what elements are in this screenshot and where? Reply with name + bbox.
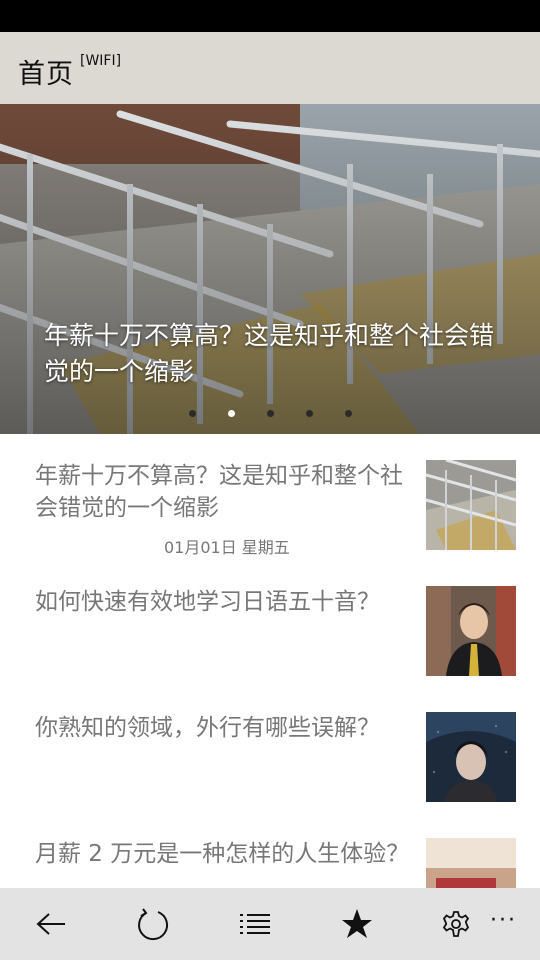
article-title[interactable]: 月薪 2 万元是一种怎样的人生体验？ [35, 838, 421, 870]
app-bar: ··· [0, 888, 540, 960]
list-icon[interactable] [233, 902, 277, 946]
page-header: 首页 [WIFI] [0, 32, 540, 104]
carousel-dot[interactable] [345, 410, 352, 417]
article-date: 01月01日 星期五 [164, 538, 290, 557]
hero-caption[interactable]: 年薪十万不算高？这是知乎和整个社会错觉的一个缩影 [44, 318, 494, 390]
money-thumbnail[interactable] [426, 838, 516, 888]
person-with-umbrella-thumbnail[interactable] [426, 712, 516, 802]
settings-gear-icon[interactable] [434, 902, 478, 946]
article-title[interactable]: 如何快速有效地学习日语五十音？ [35, 586, 421, 618]
back-arrow-icon[interactable] [29, 902, 73, 946]
article-item[interactable]: 如何快速有效地学习日语五十音？ [0, 560, 540, 686]
carousel-dot[interactable] [189, 410, 196, 417]
stairs-thumbnail[interactable] [426, 460, 516, 550]
page-title: 首页 [18, 59, 74, 90]
network-indicator: [WIFI] [80, 53, 122, 69]
man-in-suit-thumbnail[interactable] [426, 586, 516, 676]
article-title[interactable]: 你熟知的领域，外行有哪些误解？ [35, 712, 421, 744]
hero-carousel[interactable]: 年薪十万不算高？这是知乎和整个社会错觉的一个缩影 [0, 104, 540, 434]
article-item[interactable]: 你熟知的领域，外行有哪些误解？ [0, 686, 540, 812]
more-options-button[interactable]: ··· [490, 908, 517, 933]
star-icon[interactable] [335, 902, 379, 946]
carousel-dot[interactable] [267, 410, 274, 417]
carousel-dot-active[interactable] [228, 410, 235, 417]
article-title[interactable]: 年薪十万不算高？这是知乎和整个社会错觉的一个缩影 [35, 460, 421, 524]
refresh-icon[interactable] [131, 902, 175, 946]
status-bar [0, 0, 540, 32]
carousel-indicators [0, 404, 540, 424]
article-list[interactable]: 年薪十万不算高？这是知乎和整个社会错觉的一个缩影 01月01日 星期五 如何快速… [0, 434, 540, 888]
article-item[interactable]: 月薪 2 万元是一种怎样的人生体验？ [0, 812, 540, 888]
carousel-dot[interactable] [306, 410, 313, 417]
article-item[interactable]: 年薪十万不算高？这是知乎和整个社会错觉的一个缩影 01月01日 星期五 [0, 434, 540, 560]
